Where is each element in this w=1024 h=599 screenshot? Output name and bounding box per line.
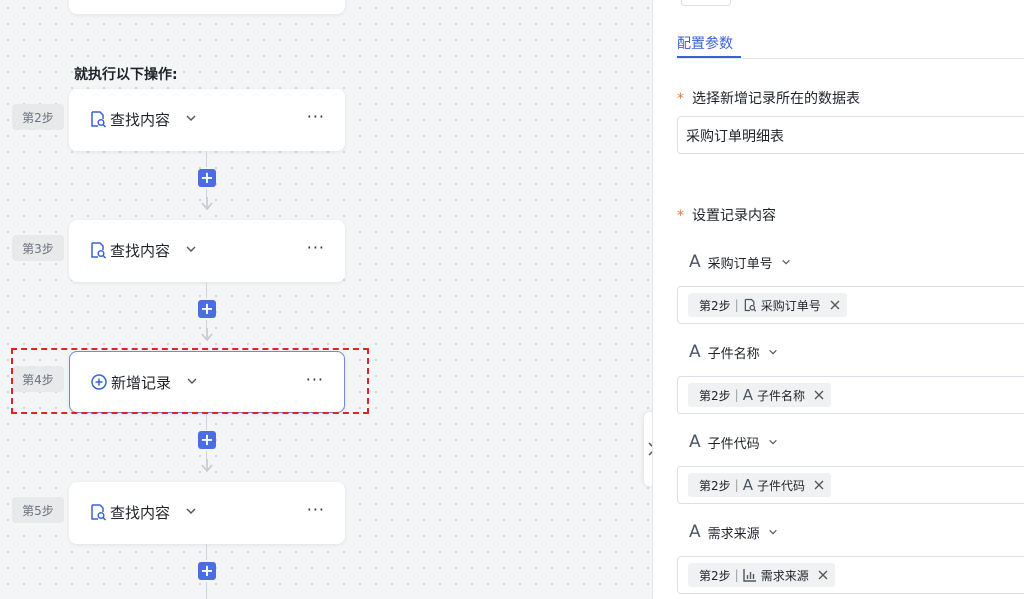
field-name: 需求来源 bbox=[707, 526, 760, 542]
step-card-find-content[interactable]: 查找内容 ··· bbox=[69, 220, 345, 282]
connector-line bbox=[206, 544, 207, 560]
close-icon[interactable] bbox=[817, 569, 829, 581]
close-icon[interactable] bbox=[813, 389, 825, 401]
chevron-down-icon[interactable] bbox=[781, 257, 791, 267]
chevron-down-icon[interactable] bbox=[186, 375, 198, 387]
add-step-button[interactable]: + bbox=[198, 300, 216, 318]
step-card-find-content[interactable]: 查找内容 ··· bbox=[69, 89, 345, 151]
variable-tag[interactable]: 第2步 | A 子件名称 bbox=[688, 383, 831, 407]
tag-text: 子件名称 bbox=[756, 388, 805, 403]
step-label: 查找内容 bbox=[110, 504, 171, 522]
chevron-down-icon[interactable] bbox=[185, 243, 197, 255]
connector-line bbox=[206, 151, 207, 167]
text-icon: A bbox=[742, 386, 753, 404]
field-value-input[interactable]: 第2步 | A 子件名称 bbox=[677, 376, 1024, 414]
text-type-icon: A bbox=[689, 342, 701, 362]
variable-tag[interactable]: 第2步 | 需求来源 bbox=[688, 563, 835, 587]
close-icon[interactable] bbox=[829, 299, 841, 311]
bar-chart-icon bbox=[742, 568, 757, 582]
field-value-input[interactable]: 第2步 | 采购订单号 bbox=[677, 286, 1024, 324]
step-badge: 第3步 bbox=[12, 235, 64, 261]
execute-heading: 就执行以下操作: bbox=[74, 67, 178, 83]
text-icon: A bbox=[742, 476, 753, 494]
more-options-button[interactable]: ··· bbox=[307, 238, 325, 257]
tag-text: 子件代码 bbox=[756, 478, 805, 493]
tag-step: 第2步 bbox=[699, 568, 731, 583]
field-title-part-code[interactable]: A 子件代码 bbox=[689, 432, 778, 452]
config-panel: 配置参数 * 选择新增记录所在的数据表 采购订单明细表 * 设置记录内容 A 采购订… bbox=[652, 0, 1024, 599]
more-options-button[interactable]: ··· bbox=[307, 500, 325, 519]
chevron-down-icon[interactable] bbox=[768, 347, 778, 357]
step-label: 新增记录 bbox=[111, 374, 172, 392]
more-options-button[interactable]: ··· bbox=[307, 107, 325, 126]
tab-config-params[interactable]: 配置参数 bbox=[677, 33, 733, 53]
connector-line bbox=[206, 282, 207, 298]
tag-separator: | bbox=[734, 478, 739, 492]
tag-text: 需求来源 bbox=[760, 568, 809, 583]
add-step-button[interactable]: + bbox=[198, 562, 216, 580]
arrow-down-icon bbox=[201, 197, 213, 211]
field-name: 采购订单号 bbox=[707, 256, 773, 272]
step-badge: 第5步 bbox=[12, 497, 64, 523]
connector-line bbox=[206, 414, 207, 430]
tab-divider bbox=[677, 58, 1024, 59]
field-name: 子件代码 bbox=[707, 436, 760, 452]
add-step-button[interactable]: + bbox=[198, 431, 216, 449]
table-select-label: * 选择新增记录所在的数据表 bbox=[677, 88, 860, 108]
chevron-down-icon[interactable] bbox=[768, 527, 778, 537]
tag-text: 采购订单号 bbox=[760, 298, 821, 313]
field-title-order-no[interactable]: A 采购订单号 bbox=[689, 252, 791, 272]
label-text: 选择新增记录所在的数据表 bbox=[692, 91, 860, 107]
tag-separator: | bbox=[734, 568, 739, 582]
required-mark: * bbox=[677, 91, 684, 107]
find-doc-icon bbox=[91, 504, 107, 521]
step-badge: 第2步 bbox=[12, 104, 64, 130]
label-text: 设置记录内容 bbox=[692, 208, 776, 224]
required-mark: * bbox=[677, 208, 684, 224]
find-doc-icon bbox=[743, 298, 757, 312]
add-circle-icon bbox=[91, 374, 107, 390]
close-icon[interactable] bbox=[813, 479, 825, 491]
field-value-input[interactable]: 第2步 | 需求来源 bbox=[677, 556, 1024, 594]
step-card-find-content[interactable]: 查找内容 ··· bbox=[69, 482, 345, 544]
connector-line bbox=[206, 582, 207, 599]
tag-step: 第2步 bbox=[699, 478, 731, 493]
step-label: 查找内容 bbox=[110, 242, 171, 260]
add-step-button[interactable]: + bbox=[198, 169, 216, 187]
variable-tag[interactable]: 第2步 | A 子件代码 bbox=[688, 473, 831, 497]
arrow-down-icon bbox=[201, 459, 213, 473]
step-label: 查找内容 bbox=[110, 111, 171, 129]
table-select-input[interactable]: 采购订单明细表 bbox=[677, 116, 1024, 154]
step-badge: 第4步 bbox=[12, 366, 64, 392]
arrow-down-icon bbox=[201, 328, 213, 342]
panel-top-control[interactable] bbox=[681, 0, 731, 6]
text-type-icon: A bbox=[689, 252, 701, 272]
text-type-icon: A bbox=[689, 432, 701, 452]
field-value-input[interactable]: 第2步 | A 子件代码 bbox=[677, 466, 1024, 504]
more-options-button[interactable]: ··· bbox=[306, 370, 324, 389]
chevron-down-icon[interactable] bbox=[185, 112, 197, 124]
chevron-down-icon[interactable] bbox=[768, 437, 778, 447]
step-card-add-record[interactable]: 新增记录 ··· bbox=[69, 351, 345, 413]
find-doc-icon bbox=[91, 242, 107, 259]
field-title-demand-source[interactable]: A 需求来源 bbox=[689, 522, 778, 542]
variable-tag[interactable]: 第2步 | 采购订单号 bbox=[688, 293, 847, 317]
field-name: 子件名称 bbox=[707, 346, 760, 362]
tag-step: 第2步 bbox=[699, 388, 731, 403]
record-content-label: * 设置记录内容 bbox=[677, 205, 776, 225]
text-type-icon: A bbox=[689, 522, 701, 542]
workflow-canvas[interactable]: 就执行以下操作: 第2步 查找内容 ··· + 第3步 查找内容 ··· + 第… bbox=[0, 0, 652, 599]
tag-separator: | bbox=[734, 298, 739, 312]
table-select-value: 采购订单明细表 bbox=[686, 129, 784, 145]
active-tab-indicator bbox=[677, 56, 741, 58]
tag-step: 第2步 bbox=[699, 298, 731, 313]
tag-separator: | bbox=[734, 388, 739, 402]
find-doc-icon bbox=[91, 111, 107, 128]
previous-step-card[interactable] bbox=[69, 0, 345, 14]
chevron-down-icon[interactable] bbox=[185, 505, 197, 517]
field-title-part-name[interactable]: A 子件名称 bbox=[689, 342, 778, 362]
